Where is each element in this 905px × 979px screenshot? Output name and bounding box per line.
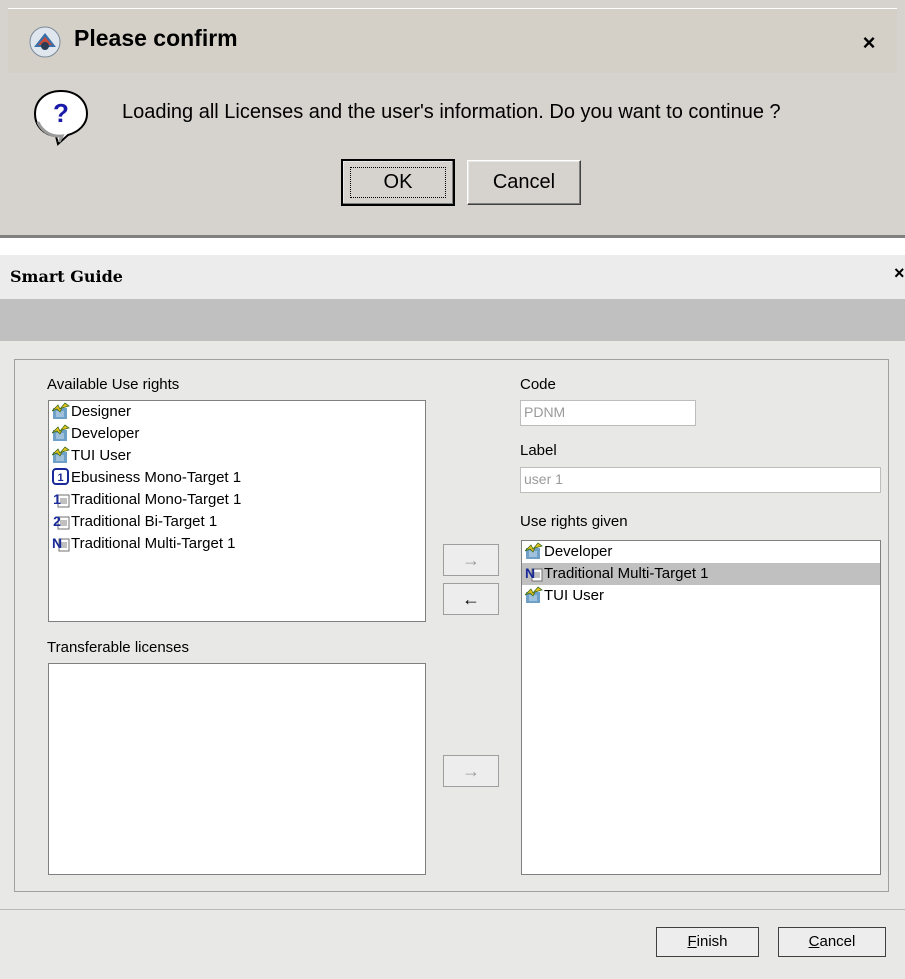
user-right-icon (51, 402, 70, 420)
use-rights-given-list[interactable]: Developer N Traditional Multi-Target 1 TUI … (521, 540, 881, 875)
use-rights-given-label: Use rights given (520, 513, 628, 530)
cancel-button[interactable]: Cancel (778, 927, 886, 957)
given-right-item[interactable]: Developer (522, 541, 880, 563)
list-item-label: TUI User (71, 447, 131, 464)
ok-button[interactable]: OK (341, 159, 455, 206)
list-item-label: Traditional Mono-Target 1 (71, 491, 242, 508)
code-field[interactable]: PDNM (520, 400, 696, 426)
user-right-icon (51, 424, 70, 442)
cancel-label: ancel (819, 933, 856, 950)
confirm-title-bar: Please confirm × (8, 8, 897, 73)
remove-right-button[interactable]: ← (443, 583, 499, 615)
given-right-item[interactable]: TUI User (522, 585, 880, 607)
label-label: Label (520, 442, 557, 459)
footer-divider (0, 909, 905, 910)
svg-text:?: ? (53, 98, 69, 128)
finish-mnemonic: F (687, 933, 697, 950)
svg-text:1: 1 (53, 491, 61, 507)
list-item-label: Traditional Multi-Target 1 (544, 565, 709, 582)
svg-text:2: 2 (53, 513, 61, 529)
list-item-label: TUI User (544, 587, 604, 604)
close-icon[interactable]: × (894, 263, 905, 284)
code-label: Code (520, 376, 556, 393)
list-item-label: Traditional Bi-Target 1 (71, 513, 218, 530)
list-item-label: Traditional Multi-Target 1 (71, 535, 236, 552)
target-n-icon: N (52, 534, 70, 552)
svg-text:1: 1 (57, 472, 63, 484)
cancel-button[interactable]: Cancel (467, 160, 581, 205)
smart-guide-window: Smart Guide × Available Use rights Desig… (0, 255, 905, 979)
user-right-icon (524, 542, 543, 560)
list-item-label: Ebusiness Mono-Target 1 (71, 469, 242, 486)
confirm-message: Loading all Licenses and the user's info… (122, 101, 781, 123)
available-right-item[interactable]: Designer (49, 401, 425, 423)
rights-panel: Available Use rights Designer Developer TU… (14, 359, 889, 892)
add-right-button[interactable]: → (443, 544, 499, 576)
question-icon: ? (33, 89, 89, 146)
guide-title-bar: Smart Guide × (0, 255, 905, 300)
finish-label: inish (696, 933, 728, 950)
user-right-icon (524, 586, 543, 604)
list-item-label: Designer (71, 403, 132, 420)
available-rights-list[interactable]: Designer Developer TUI User 1 Ebusiness Mono… (48, 400, 426, 622)
svg-text:N: N (525, 565, 535, 581)
ok-label: OK (383, 171, 413, 193)
app-logo-icon (29, 26, 61, 58)
list-item-label: Developer (544, 543, 613, 560)
close-icon[interactable]: × (857, 31, 881, 55)
transferable-licenses-label: Transferable licenses (47, 639, 190, 656)
available-right-item[interactable]: Developer (49, 423, 425, 445)
cancel-mnemonic: C (808, 933, 820, 950)
available-right-item[interactable]: 1 Ebusiness Mono-Target 1 (49, 467, 425, 489)
available-right-item[interactable]: TUI User (49, 445, 425, 467)
header-band (0, 299, 905, 341)
available-right-item[interactable]: N Traditional Multi-Target 1 (49, 533, 425, 555)
available-rights-label: Available Use rights (47, 376, 180, 393)
add-license-button[interactable]: → (443, 755, 499, 787)
finish-button[interactable]: Finish (656, 927, 759, 957)
target-n-icon: N (525, 564, 543, 582)
ebusiness-1-icon: 1 (52, 468, 70, 486)
target-2-icon: 2 (52, 512, 70, 530)
confirm-title: Please confirm (74, 25, 238, 51)
confirm-dialog: Please confirm × ? Loading all Licenses … (0, 0, 905, 238)
available-right-item[interactable]: 1 Traditional Mono-Target 1 (49, 489, 425, 511)
given-right-item[interactable]: N Traditional Multi-Target 1 (522, 563, 880, 585)
transferable-licenses-list[interactable] (48, 663, 426, 875)
guide-title: Smart Guide (10, 267, 123, 286)
user-right-icon (51, 446, 70, 464)
label-field[interactable]: user 1 (520, 467, 881, 493)
list-item-label: Developer (71, 425, 140, 442)
target-1-icon: 1 (52, 490, 70, 508)
available-right-item[interactable]: 2 Traditional Bi-Target 1 (49, 511, 425, 533)
svg-text:N: N (52, 535, 62, 551)
